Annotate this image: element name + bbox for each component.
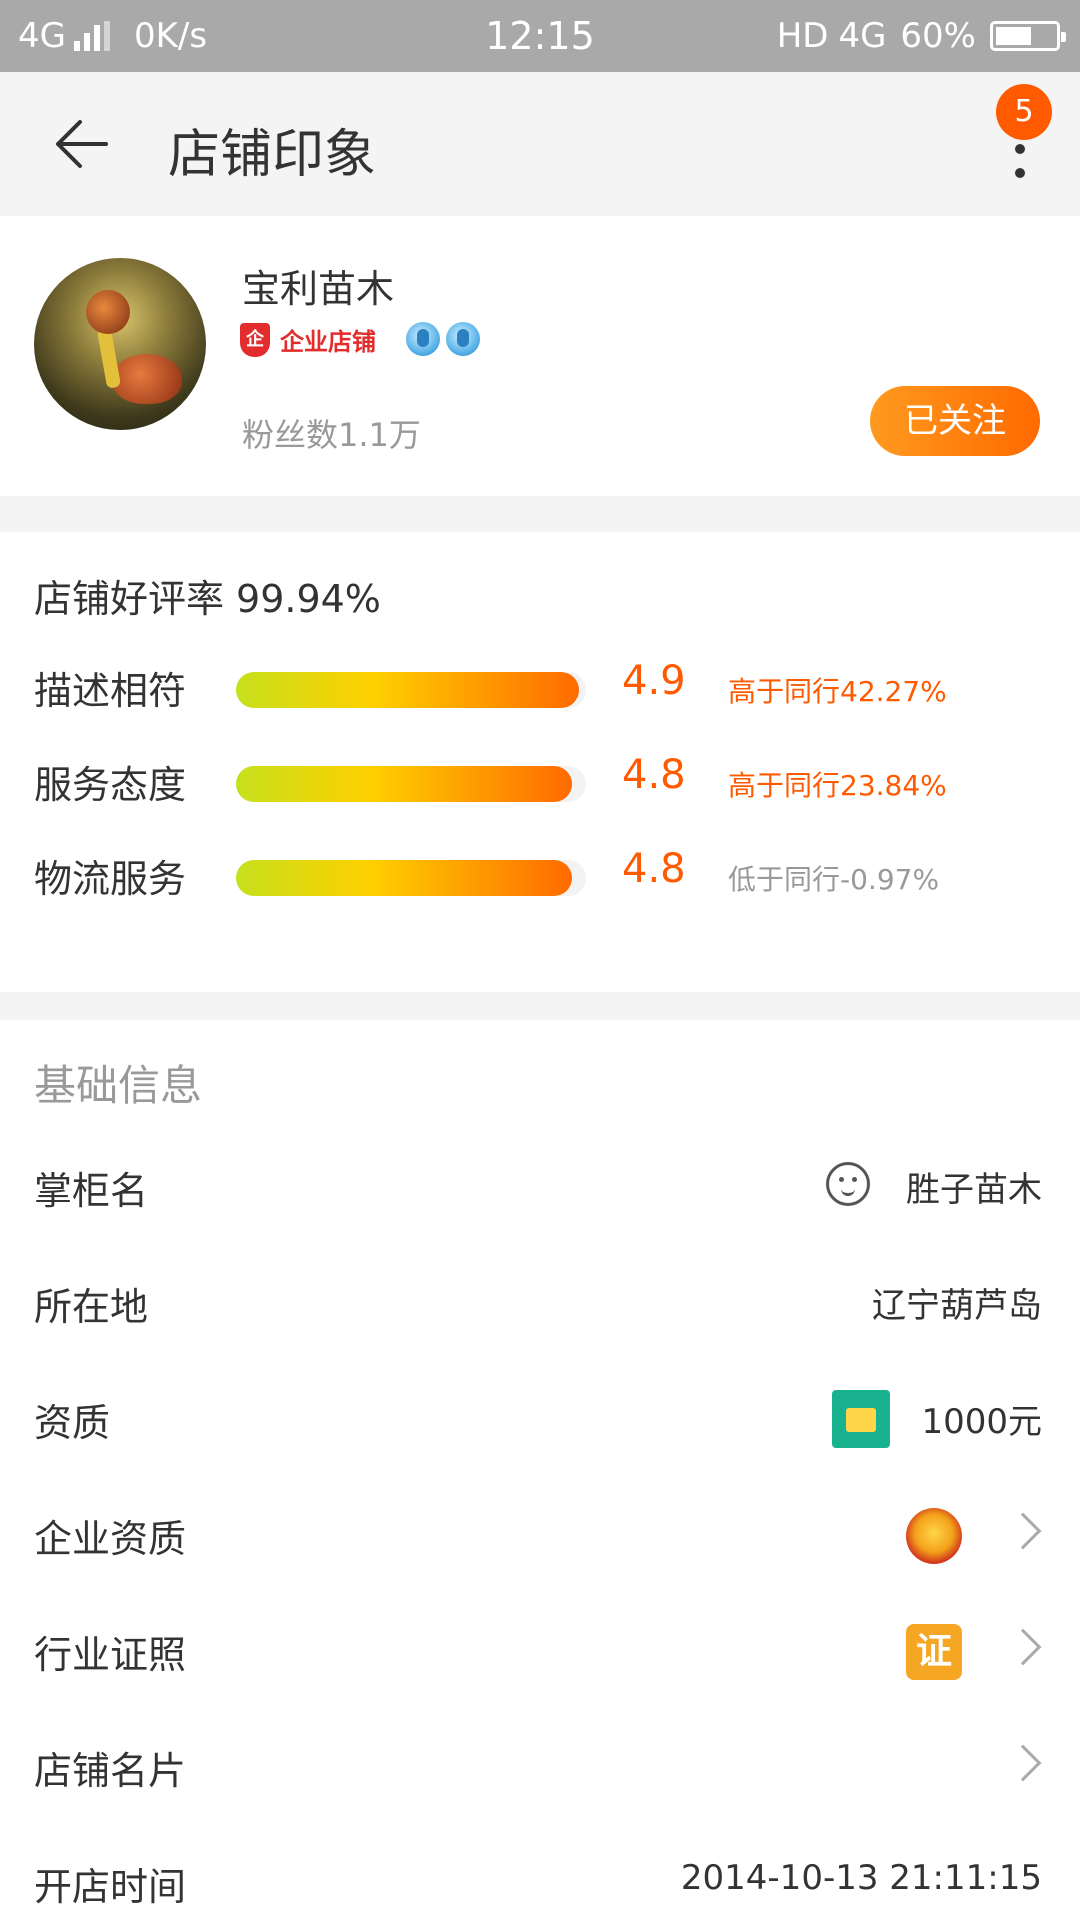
rating-bar-fill: [236, 860, 572, 896]
info-row-industry-license[interactable]: 行业证照 证: [0, 1592, 1080, 1708]
rating-bar: [236, 766, 586, 802]
info-label: 行业证照: [34, 1633, 187, 1677]
top-nav: 店铺印象 5: [0, 72, 1080, 216]
page-title: 店铺印象: [168, 125, 377, 185]
battery-percent: 60%: [900, 16, 976, 56]
crown-icon: [446, 322, 480, 356]
national-emblem-icon: [906, 1508, 962, 1564]
chevron-right-icon: [1004, 1628, 1042, 1666]
info-value: 辽宁葫芦岛: [872, 1286, 1042, 1326]
good-rate-value: 99.94%: [236, 577, 381, 621]
rating-compare: 低于同行-0.97%: [728, 863, 940, 896]
info-value: 1000元: [921, 1402, 1042, 1442]
chevron-right-icon: [1004, 1512, 1042, 1550]
enterprise-store-label: 企业店铺: [280, 328, 376, 356]
info-row-open-time: 开店时间 2014-10-13 21:11:15: [0, 1824, 1080, 1920]
chevron-right-icon: [1004, 1744, 1042, 1782]
basic-info-section: 基础信息 掌柜名 胜子苗木 所在地 辽宁葫芦岛 资质 1000元 企业资质 行业…: [0, 1020, 1080, 1920]
rating-label: 服务态度: [34, 763, 187, 807]
store-name: 宝利苗木: [242, 267, 395, 311]
back-arrow-icon[interactable]: [50, 116, 110, 172]
enterprise-store-badge: 企 企业店铺: [240, 322, 376, 357]
status-right: HD 4G 60%: [776, 16, 1066, 56]
network-right-label: 4G: [838, 16, 887, 56]
status-bar: 4G 0K/s 12:15 HD 4G 60%: [0, 0, 1080, 72]
deposit-icon: [832, 1390, 890, 1448]
rating-bar-fill: [236, 766, 572, 802]
info-label: 开店时间: [34, 1865, 187, 1909]
good-rate-label: 店铺好评率: [34, 577, 225, 621]
certificate-icon: 证: [906, 1624, 962, 1680]
info-label: 掌柜名: [34, 1169, 149, 1213]
info-label: 资质: [34, 1401, 111, 1445]
info-label: 所在地: [34, 1285, 149, 1329]
store-card: 宝利苗木 企 企业店铺 粉丝数1.1万 已关注: [0, 216, 1080, 496]
wangwang-icon[interactable]: [826, 1162, 870, 1206]
enterprise-shield-icon: 企: [240, 322, 270, 357]
info-label: 店铺名片: [34, 1749, 187, 1793]
rating-bar: [236, 672, 586, 708]
rating-score: 4.8: [622, 752, 686, 798]
follow-button[interactable]: 已关注: [870, 386, 1040, 456]
crown-icon: [406, 322, 440, 356]
rating-compare: 高于同行23.84%: [728, 769, 947, 802]
ratings-section: 店铺好评率 99.94% 描述相符 4.9 高于同行42.27% 服务态度 4.8 高于同行…: [0, 532, 1080, 992]
info-row-shopkeeper[interactable]: 掌柜名 胜子苗木: [0, 1128, 1080, 1244]
store-avatar[interactable]: [34, 258, 206, 430]
rating-score: 4.8: [622, 846, 686, 892]
battery-icon: [990, 21, 1066, 51]
rating-row: 物流服务 4.8 低于同行-0.97%: [0, 842, 1080, 902]
fans-count: 粉丝数1.1万: [242, 416, 421, 454]
section-title: 基础信息: [34, 1061, 203, 1110]
store-level: [406, 322, 486, 356]
good-rate: 店铺好评率 99.94%: [34, 568, 381, 623]
rating-label: 物流服务: [34, 857, 187, 901]
rating-score: 4.9: [622, 658, 686, 704]
rating-row: 描述相符 4.9 高于同行42.27%: [0, 654, 1080, 714]
info-label: 企业资质: [34, 1517, 187, 1561]
info-row-location: 所在地 辽宁葫芦岛: [0, 1244, 1080, 1360]
info-value: 2014-10-13 21:11:15: [680, 1858, 1042, 1898]
rating-bar-fill: [236, 672, 579, 708]
info-row-store-card[interactable]: 店铺名片: [0, 1708, 1080, 1824]
rating-compare: 高于同行42.27%: [728, 675, 947, 708]
rating-label: 描述相符: [34, 669, 187, 713]
rating-bar: [236, 860, 586, 896]
info-value: 胜子苗木: [906, 1170, 1042, 1210]
notification-badge: 5: [996, 84, 1052, 140]
rating-row: 服务态度 4.8 高于同行23.84%: [0, 748, 1080, 808]
info-row-qualification[interactable]: 资质 1000元: [0, 1360, 1080, 1476]
info-row-enterprise-qualification[interactable]: 企业资质: [0, 1476, 1080, 1592]
hd-label: HD: [776, 16, 829, 56]
